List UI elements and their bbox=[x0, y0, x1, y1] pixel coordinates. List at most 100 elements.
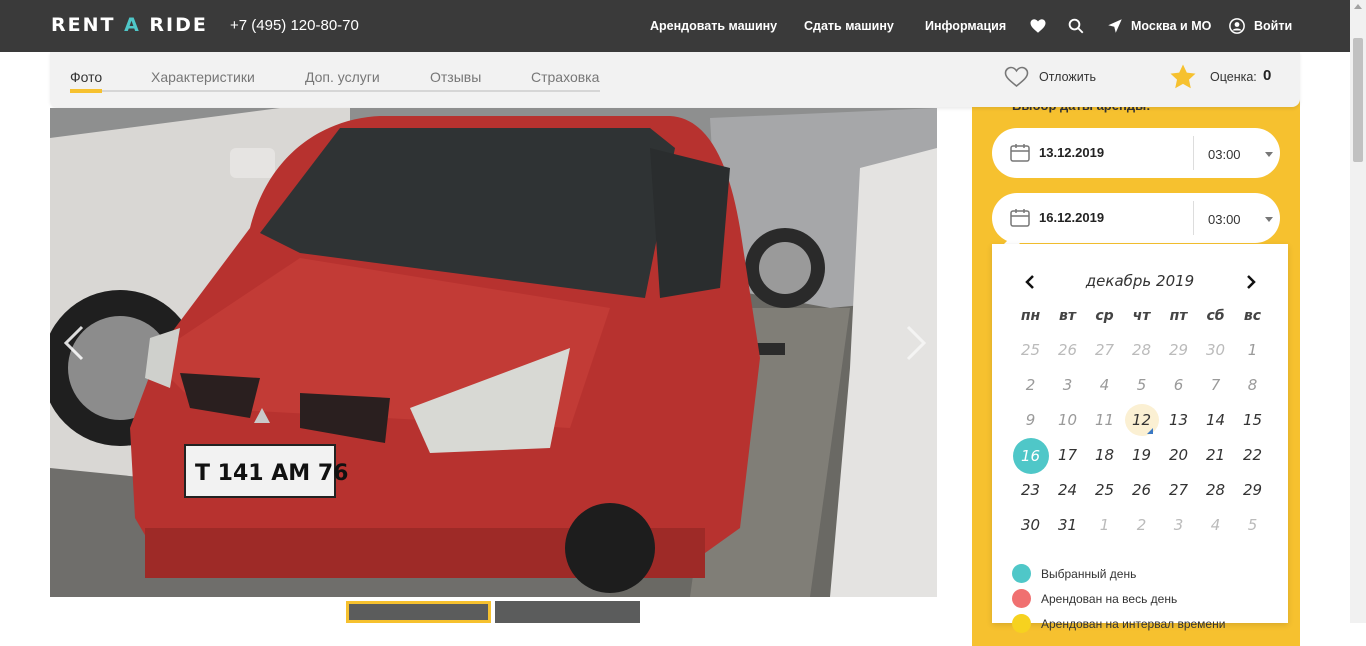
field-divider bbox=[1193, 201, 1194, 235]
phone-number[interactable]: +7 (495) 120-80-70 bbox=[230, 17, 359, 34]
end-time-select[interactable]: 03:00 bbox=[1208, 212, 1241, 227]
star-icon bbox=[1170, 64, 1196, 89]
calendar-day[interactable]: 13 bbox=[1160, 403, 1197, 438]
location-selector[interactable]: Москва и МО bbox=[1131, 19, 1211, 33]
calendar-day[interactable]: 21 bbox=[1197, 438, 1234, 473]
calendar-day: 30 bbox=[1205, 341, 1226, 359]
calendar-day: 4 bbox=[1099, 376, 1110, 394]
legend-dot bbox=[1012, 614, 1031, 633]
weekday-header: ср bbox=[1095, 308, 1114, 324]
tab-reviews[interactable]: Отзывы bbox=[430, 69, 481, 85]
calendar-day: 2 bbox=[1136, 516, 1147, 534]
calendar-day: 29 bbox=[1168, 341, 1189, 359]
heart-icon[interactable] bbox=[1029, 17, 1047, 35]
calendar-day[interactable]: 28 bbox=[1197, 473, 1234, 508]
calendar-day: 1 bbox=[1099, 516, 1110, 534]
weekday-header: вт bbox=[1059, 308, 1076, 324]
calendar-day: 7 bbox=[1210, 376, 1221, 394]
prev-photo-arrow-icon[interactable] bbox=[60, 323, 90, 363]
calendar-day[interactable]: 23 bbox=[1012, 473, 1049, 508]
tab-extra-services[interactable]: Доп. услуги bbox=[305, 69, 380, 85]
calendar-day: 5 bbox=[1136, 376, 1147, 394]
calendar-day: 8 bbox=[1247, 376, 1258, 394]
scroll-up-arrow[interactable] bbox=[1354, 4, 1362, 9]
calendar-day[interactable]: 30 bbox=[1012, 508, 1049, 543]
calendar-day[interactable]: 25 bbox=[1086, 473, 1123, 508]
calendar-day[interactable]: 26 bbox=[1123, 473, 1160, 508]
start-time-select[interactable]: 03:00 bbox=[1208, 147, 1241, 162]
calendar-day: 1 bbox=[1247, 341, 1258, 359]
calendar-day: 11 bbox=[1094, 411, 1115, 429]
calendar-day: 3 bbox=[1062, 376, 1073, 394]
active-tab-indicator bbox=[70, 89, 102, 93]
calendar-day[interactable]: 17 bbox=[1049, 438, 1086, 473]
top-navigation-bar: RENT A RIDE +7 (495) 120-80-70 Арендоват… bbox=[0, 0, 1350, 52]
weekday-header: пт bbox=[1169, 308, 1188, 324]
calendar-day[interactable]: 12 bbox=[1123, 403, 1160, 438]
next-month-icon[interactable] bbox=[1244, 274, 1258, 290]
weekday-header: сб bbox=[1206, 308, 1225, 324]
calendar-day[interactable]: 29 bbox=[1234, 473, 1271, 508]
tab-insurance[interactable]: Страховка bbox=[531, 69, 599, 85]
car-photo: Т 141 АМ 76 bbox=[50, 108, 937, 597]
weekday-header: чт bbox=[1132, 308, 1151, 324]
calendar-day: 28 bbox=[1131, 341, 1152, 359]
scroll-thumb[interactable] bbox=[1353, 38, 1363, 162]
calendar-icon bbox=[1010, 144, 1030, 162]
next-photo-arrow-icon[interactable] bbox=[900, 323, 930, 363]
weekday-header: пн bbox=[1020, 308, 1041, 324]
calendar-day: 25 bbox=[1020, 341, 1041, 359]
field-divider bbox=[1193, 136, 1194, 170]
weekday-header: вс bbox=[1243, 308, 1262, 324]
tabs-baseline bbox=[70, 90, 600, 92]
calendar-day: 5 bbox=[1247, 516, 1258, 534]
calendar-day: 10 bbox=[1057, 411, 1078, 429]
logo[interactable]: RENT A RIDE bbox=[51, 14, 208, 36]
calendar-day[interactable]: 18 bbox=[1086, 438, 1123, 473]
tab-photo[interactable]: Фото bbox=[70, 69, 102, 85]
license-plate: Т 141 АМ 76 bbox=[195, 461, 348, 486]
calendar-day[interactable]: 15 bbox=[1234, 403, 1271, 438]
start-date-value: 13.12.2019 bbox=[1039, 145, 1105, 160]
location-arrow-icon[interactable] bbox=[1106, 17, 1124, 35]
end-date-field[interactable]: 16.12.2019 03:00 bbox=[992, 193, 1280, 243]
calendar-day: 26 bbox=[1057, 341, 1078, 359]
tab-specs[interactable]: Характеристики bbox=[151, 69, 255, 85]
calendar-day[interactable]: 24 bbox=[1049, 473, 1086, 508]
legend-dot bbox=[1012, 589, 1031, 608]
calendar-day[interactable]: 31 bbox=[1049, 508, 1086, 543]
nav-rent-car[interactable]: Арендовать машину bbox=[650, 19, 777, 33]
end-date-value: 16.12.2019 bbox=[1039, 210, 1105, 225]
car-photo-gallery[interactable]: Т 141 АМ 76 bbox=[50, 108, 937, 597]
legend-dot bbox=[1012, 564, 1031, 583]
calendar-day[interactable]: 16 bbox=[1012, 438, 1049, 474]
calendar-day[interactable]: 20 bbox=[1160, 438, 1197, 473]
calendar-day: 9 bbox=[1025, 411, 1036, 429]
photo-thumbnail[interactable] bbox=[495, 601, 640, 623]
nav-information[interactable]: Информация bbox=[925, 19, 1006, 33]
rating-label: Оценка: bbox=[1210, 70, 1257, 84]
today-marker bbox=[1146, 428, 1153, 434]
search-icon[interactable] bbox=[1067, 17, 1085, 35]
user-icon[interactable] bbox=[1228, 17, 1246, 35]
photo-thumbnail[interactable] bbox=[346, 601, 491, 623]
calendar-day: 6 bbox=[1173, 376, 1184, 394]
calendar-day[interactable]: 14 bbox=[1197, 403, 1234, 438]
calendar-icon bbox=[1010, 209, 1030, 227]
login-link[interactable]: Войти bbox=[1254, 19, 1292, 33]
page-scrollbar[interactable] bbox=[1350, 0, 1366, 623]
calendar-day[interactable]: 22 bbox=[1234, 438, 1271, 473]
save-for-later-button[interactable]: Отложить bbox=[1039, 70, 1096, 84]
chevron-down-icon bbox=[1265, 217, 1273, 222]
nav-lend-car[interactable]: Сдать машину bbox=[804, 19, 894, 33]
calendar-day: 3 bbox=[1173, 516, 1184, 534]
heart-outline-icon[interactable] bbox=[1004, 66, 1029, 88]
calendar-day: 4 bbox=[1210, 516, 1221, 534]
chevron-down-icon bbox=[1265, 152, 1273, 157]
calendar-day[interactable]: 19 bbox=[1123, 438, 1160, 473]
calendar-day: 27 bbox=[1094, 341, 1115, 359]
date-picker-calendar: декабрь 2019 Выбранный день Арендован на… bbox=[992, 244, 1288, 633]
start-date-field[interactable]: 13.12.2019 03:00 bbox=[992, 128, 1280, 178]
calendar-day[interactable]: 27 bbox=[1160, 473, 1197, 508]
product-tab-bar: Фото Характеристики Доп. услуги Отзывы С… bbox=[50, 52, 1300, 107]
